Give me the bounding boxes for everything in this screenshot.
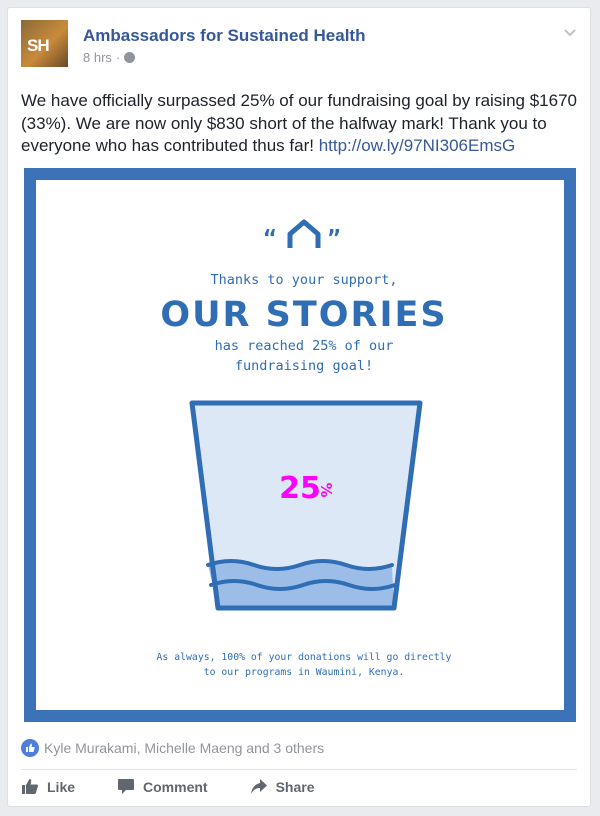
page-name-link[interactable]: Ambassadors for Sustained Health xyxy=(83,26,365,46)
comment-icon xyxy=(118,779,135,794)
meta-separator: · xyxy=(115,50,121,65)
quote-close: ” xyxy=(327,227,340,252)
comment-button[interactable]: Comment xyxy=(117,778,208,795)
graphic-headline: OUR STORIES xyxy=(160,295,447,335)
page-avatar[interactable]: SH xyxy=(21,20,68,67)
graphic-svg: “ ” Thanks to your support, OUR STORIES … xyxy=(157,219,452,678)
like-reaction-icon xyxy=(21,739,39,757)
post-card: SH Ambassadors for Sustained Health 8 hr… xyxy=(7,7,591,807)
comment-label: Comment xyxy=(143,778,208,795)
reaction-names[interactable]: Kyle Murakami, Michelle Maeng and 3 othe… xyxy=(44,740,324,756)
post-text: We have officially surpassed 25% of our … xyxy=(21,90,581,158)
like-button[interactable]: Like xyxy=(21,778,75,795)
post-header: SH Ambassadors for Sustained Health 8 hr… xyxy=(21,20,578,70)
graphic-line1: Thanks to your support, xyxy=(211,272,398,288)
post-image[interactable]: “ ” Thanks to your support, OUR STORIES … xyxy=(24,168,576,722)
percent-sign: % xyxy=(317,482,335,497)
share-button[interactable]: Share xyxy=(250,778,315,795)
post-time[interactable]: 8 hrs xyxy=(83,50,112,65)
actions-divider xyxy=(21,769,577,770)
action-bar: Like Comment Share xyxy=(21,778,315,795)
like-label: Like xyxy=(47,778,76,795)
house-icon xyxy=(287,219,321,248)
graphic-line3: fundraising goal! xyxy=(235,358,373,374)
percent-value: 25 xyxy=(279,471,321,506)
post-link[interactable]: http://ow.ly/97NI306EmsG xyxy=(319,136,516,155)
share-label: Share xyxy=(275,778,315,795)
graphic-line2: has reached 25% of our xyxy=(215,338,394,354)
post-meta: 8 hrs · xyxy=(83,50,136,65)
thumbs-up-icon xyxy=(22,779,38,794)
quote-open: “ xyxy=(263,227,276,252)
chevron-down-icon[interactable] xyxy=(564,26,576,38)
share-icon xyxy=(250,779,267,794)
globe-icon xyxy=(124,52,136,63)
graphic-footer1: As always, 100% of your donations will g… xyxy=(157,652,452,663)
graphic-footer2: to our programs in Waumini, Kenya. xyxy=(204,667,405,678)
avatar-initials: SH xyxy=(27,36,50,55)
reactions-bar[interactable]: Kyle Murakami, Michelle Maeng and 3 othe… xyxy=(21,739,324,757)
